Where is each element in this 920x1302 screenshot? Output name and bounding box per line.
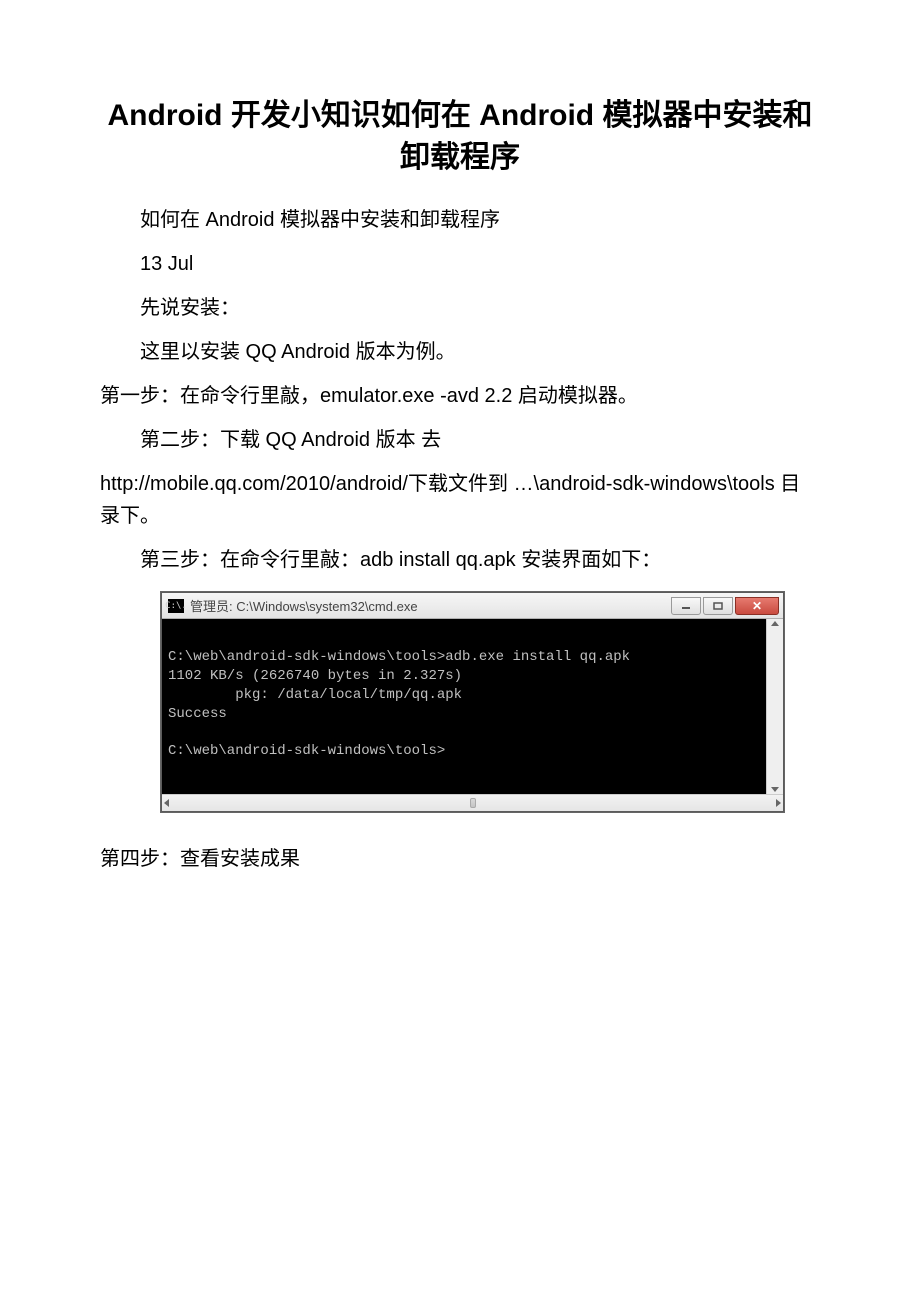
minimize-button[interactable]	[671, 597, 701, 615]
cmd-output: C:\web\android-sdk-windows\tools>adb.exe…	[162, 619, 766, 794]
paragraph-step2a: 第二步：下载 QQ Android 版本 去	[100, 424, 820, 456]
paragraph-date: 13 Jul	[100, 248, 820, 280]
paragraph-step2b: http://mobile.qq.com/2010/android/下载文件到 …	[100, 468, 820, 532]
scroll-down-icon	[771, 787, 779, 792]
cmd-window: C:\. 管理员: C:\Windows\system32\cmd.exe ✕ …	[160, 591, 785, 813]
horizontal-scrollbar[interactable]	[162, 794, 783, 811]
maximize-icon	[713, 602, 723, 610]
paragraph-section: 先说安装：	[100, 292, 820, 324]
cmd-icon: C:\.	[168, 599, 184, 613]
paragraph-step3: 第三步：在命令行里敲：adb install qq.apk 安装界面如下：	[100, 544, 820, 576]
cmd-titlebar: C:\. 管理员: C:\Windows\system32\cmd.exe ✕	[162, 593, 783, 619]
vertical-scrollbar[interactable]	[766, 619, 783, 794]
scroll-left-icon	[164, 799, 169, 807]
scroll-thumb[interactable]	[470, 798, 476, 808]
document-title: Android 开发小知识如何在 Android 模拟器中安装和卸载程序	[100, 95, 820, 179]
close-button[interactable]: ✕	[735, 597, 779, 615]
paragraph-step1: 第一步：在命令行里敲，emulator.exe -avd 2.2 启动模拟器。	[100, 380, 820, 412]
scroll-right-icon	[776, 799, 781, 807]
scroll-up-icon	[771, 621, 779, 626]
maximize-button[interactable]	[703, 597, 733, 615]
paragraph-intro: 如何在 Android 模拟器中安装和卸载程序	[100, 204, 820, 236]
paragraph-example: 这里以安装 QQ Android 版本为例。	[100, 336, 820, 368]
paragraph-step4: 第四步：查看安装成果	[100, 843, 820, 875]
window-controls: ✕	[671, 597, 783, 615]
close-icon: ✕	[752, 599, 762, 613]
cmd-title: 管理员: C:\Windows\system32\cmd.exe	[190, 596, 671, 615]
minimize-icon	[681, 602, 691, 610]
